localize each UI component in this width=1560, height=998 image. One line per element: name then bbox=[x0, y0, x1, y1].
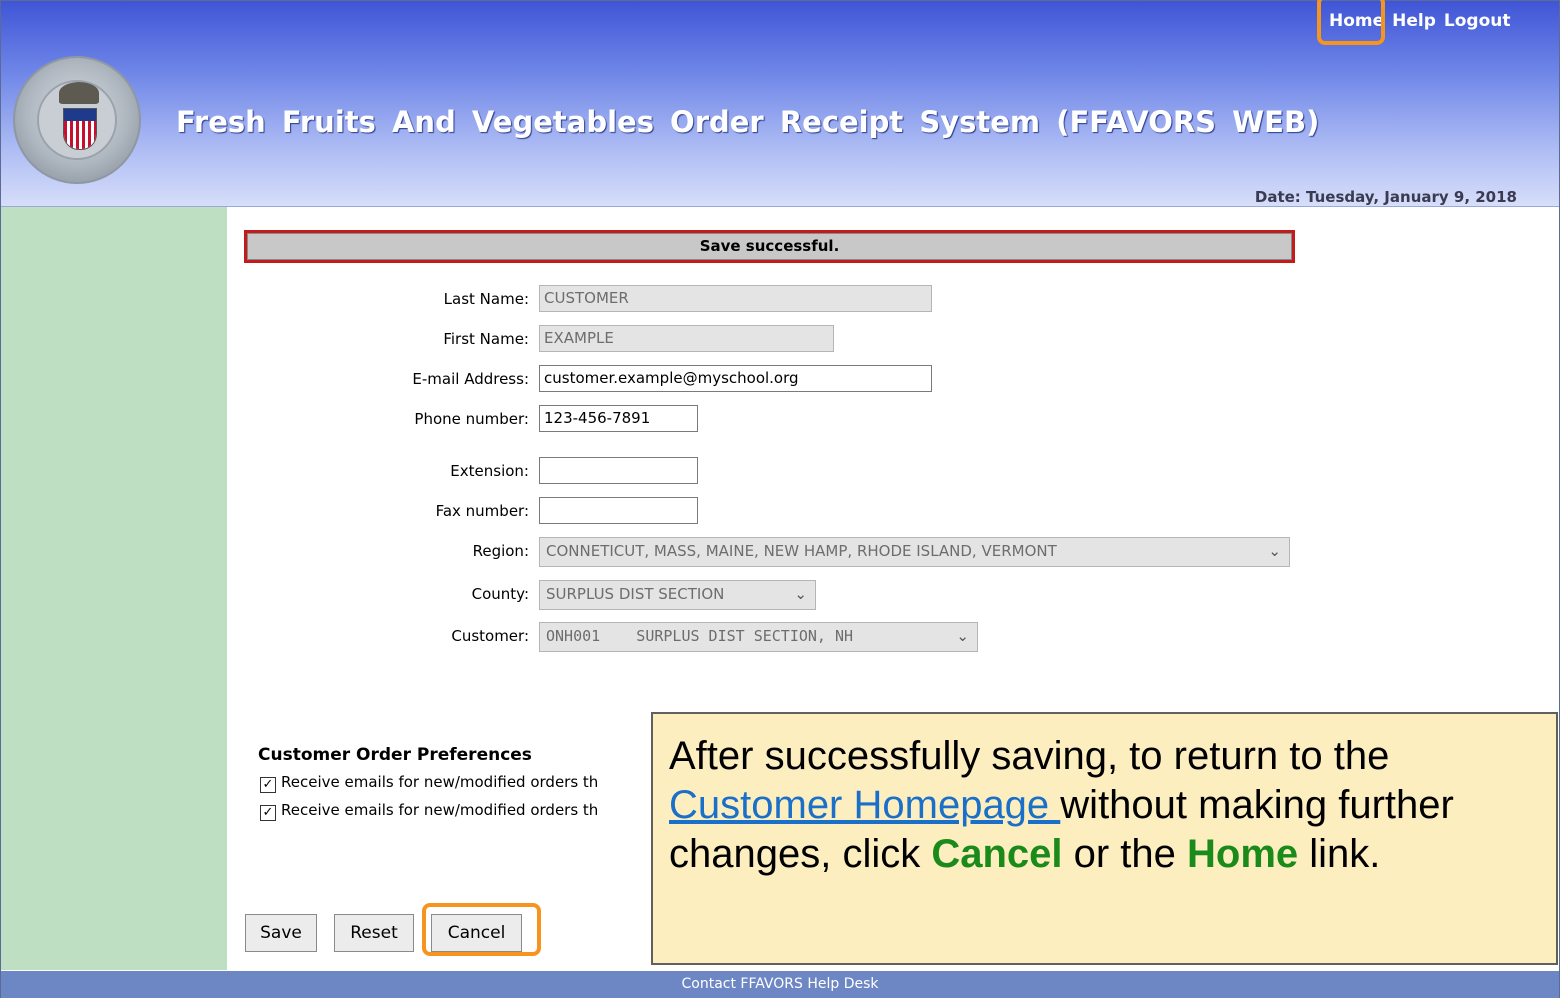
reset-button[interactable]: Reset bbox=[334, 914, 414, 952]
logout-link[interactable]: Logout bbox=[1444, 11, 1511, 31]
footer: Contact FFAVORS Help Desk bbox=[1, 971, 1559, 998]
county-select-value: SURPLUS DIST SECTION bbox=[546, 585, 725, 603]
preferences-title: Customer Order Preferences bbox=[258, 745, 532, 765]
region-select-value: CONNETICUT, MASS, MAINE, NEW HAMP, RHODE… bbox=[546, 542, 1057, 560]
phone-field[interactable]: 123-456-7891 bbox=[539, 405, 698, 432]
email-pref-checkbox-2[interactable]: ✓ bbox=[260, 805, 276, 821]
cancel-button-highlight bbox=[422, 903, 541, 956]
fax-field[interactable] bbox=[539, 497, 698, 524]
header-banner: Fresh Fruits And Vegetables Order Receip… bbox=[1, 0, 1559, 207]
current-date: Date: Tuesday, January 9, 2018 bbox=[1254, 188, 1517, 206]
instruction-callout: After successfully saving, to return to … bbox=[651, 712, 1558, 965]
customer-select[interactable]: ONH001 SURPLUS DIST SECTION, NH ⌄ bbox=[539, 622, 978, 652]
help-link[interactable]: Help bbox=[1392, 11, 1436, 31]
first-name-label: First Name: bbox=[443, 330, 529, 348]
email-pref-checkbox-1[interactable]: ✓ bbox=[260, 777, 276, 793]
region-label: Region: bbox=[472, 542, 529, 560]
last-name-label: Last Name: bbox=[443, 290, 529, 308]
last-name-field[interactable]: CUSTOMER bbox=[539, 285, 932, 312]
preference-row: ✓ Receive emails for new/modified orders … bbox=[260, 773, 652, 793]
preference-label: Receive emails for new/modified orders t… bbox=[281, 801, 599, 819]
callout-cancel-text: Cancel bbox=[931, 832, 1063, 876]
eagle-icon bbox=[59, 82, 99, 104]
extension-field[interactable] bbox=[539, 457, 698, 484]
callout-home-text: Home bbox=[1187, 832, 1299, 876]
chevron-down-icon: ⌄ bbox=[794, 585, 807, 603]
customer-select-value: ONH001 SURPLUS DIST SECTION, NH bbox=[546, 627, 854, 645]
help-desk-link[interactable]: Contact FFAVORS Help Desk bbox=[682, 976, 879, 992]
fax-label: Fax number: bbox=[435, 502, 529, 520]
county-label: County: bbox=[471, 585, 529, 603]
dla-seal-logo bbox=[13, 56, 141, 184]
extension-label: Extension: bbox=[450, 462, 529, 480]
left-sidebar bbox=[1, 207, 227, 970]
customer-label: Customer: bbox=[451, 627, 529, 645]
chevron-down-icon: ⌄ bbox=[956, 627, 969, 645]
preference-label: Receive emails for new/modified orders t… bbox=[281, 773, 599, 791]
save-success-message: Save successful. bbox=[244, 230, 1295, 263]
first-name-field[interactable]: EXAMPLE bbox=[539, 325, 834, 352]
email-label: E-mail Address: bbox=[412, 370, 529, 388]
home-link-highlight bbox=[1317, 0, 1385, 45]
phone-label: Phone number: bbox=[414, 410, 529, 428]
customer-homepage-link[interactable]: Customer Homepage bbox=[669, 783, 1060, 827]
preference-row: ✓ Receive emails for new/modified orders … bbox=[260, 801, 652, 821]
chevron-down-icon: ⌄ bbox=[1268, 542, 1281, 560]
shield-icon bbox=[63, 108, 97, 150]
save-button[interactable]: Save bbox=[245, 914, 317, 952]
app-title: Fresh Fruits And Vegetables Order Receip… bbox=[176, 105, 1320, 139]
email-field[interactable]: customer.example@myschool.org bbox=[539, 365, 932, 392]
region-select[interactable]: CONNETICUT, MASS, MAINE, NEW HAMP, RHODE… bbox=[539, 537, 1290, 567]
county-select[interactable]: SURPLUS DIST SECTION ⌄ bbox=[539, 580, 816, 610]
